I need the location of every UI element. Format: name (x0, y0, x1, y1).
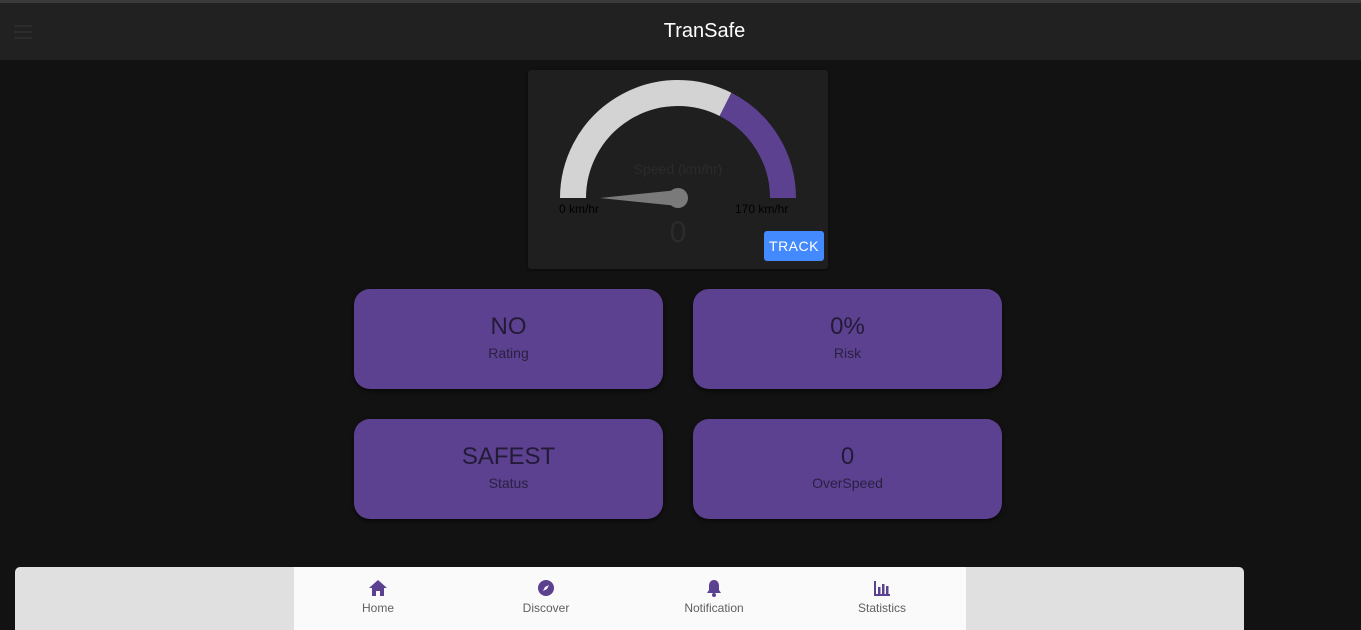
gauge-value: 0 (669, 216, 687, 249)
rating-card: NO Rating (354, 289, 663, 389)
menu-icon[interactable] (14, 25, 32, 39)
overspeed-card: 0 OverSpeed (693, 419, 1002, 519)
nav-item-discover[interactable]: Discover (462, 567, 630, 630)
gauge-label: Speed (km/hr) (633, 161, 723, 177)
compass-icon (538, 580, 554, 596)
risk-card: 0% Risk (693, 289, 1002, 389)
status-card: SAFEST Status (354, 419, 663, 519)
gauge-needle-hub (668, 188, 688, 208)
overspeed-label: OverSpeed (812, 475, 883, 491)
rating-value: NO (490, 313, 527, 340)
gauge-needle (600, 190, 678, 206)
nav-label-home: Home (361, 601, 394, 615)
gauge-max-label: 170 km/hr (735, 202, 789, 216)
nav-item-statistics[interactable]: Statistics (798, 567, 966, 630)
rating-label: Rating (488, 345, 529, 361)
gauge-danger-zone (719, 92, 796, 199)
bottom-navigation: Home Discover Notification Statistics (294, 567, 966, 630)
app-bar: TranSafe (0, 3, 1361, 60)
risk-label: Risk (833, 345, 862, 361)
speed-gauge-card: Speed (km/hr) 0 km/hr 170 km/hr 0 TRACK (528, 70, 828, 269)
nav-item-home[interactable]: Home (294, 567, 462, 630)
status-label: Status (488, 475, 529, 491)
bar-chart-icon (874, 581, 890, 596)
nav-label-statistics: Statistics (857, 601, 906, 615)
gauge-min-label: 0 km/hr (559, 202, 600, 216)
bell-icon (707, 580, 721, 597)
app-title: TranSafe (663, 20, 746, 42)
nav-item-notification[interactable]: Notification (630, 567, 798, 630)
nav-label-notification: Notification (684, 601, 744, 615)
overspeed-value: 0 (840, 443, 855, 470)
track-button[interactable]: TRACK (764, 231, 824, 261)
home-icon (369, 580, 387, 596)
nav-label-discover: Discover (522, 601, 570, 615)
risk-value: 0% (830, 313, 865, 340)
gauge-track (560, 80, 732, 199)
status-value: SAFEST (461, 443, 556, 470)
